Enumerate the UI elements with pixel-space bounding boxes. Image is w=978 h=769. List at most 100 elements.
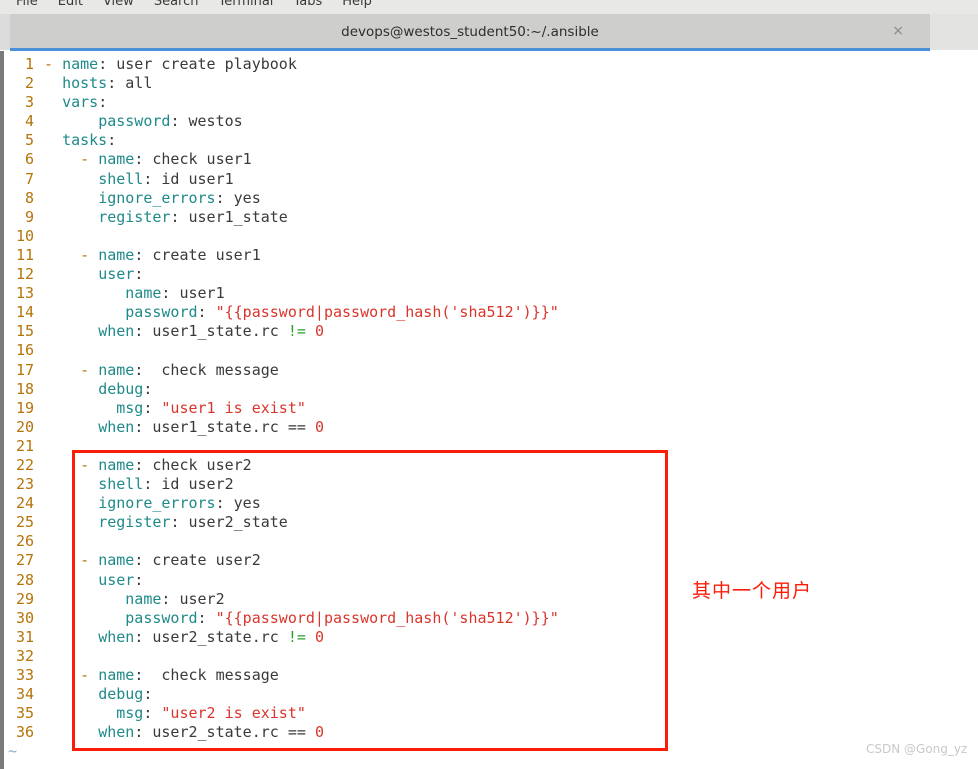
code-token: : xyxy=(98,93,108,112)
line-number: 33 xyxy=(15,666,34,684)
code-line-text: shell: id user2 xyxy=(34,475,234,494)
line-number: 22 xyxy=(15,455,34,474)
line-number: 24 xyxy=(15,494,34,513)
line-number: 23 xyxy=(15,475,34,494)
code-line: 11 - name: create user1 xyxy=(0,246,978,265)
code-line: 15 when: user1_state.rc != 0 xyxy=(0,322,978,341)
code-token: name xyxy=(98,455,135,474)
menu-item-search[interactable]: Search xyxy=(144,0,209,8)
menu-item-file[interactable]: File xyxy=(6,0,48,8)
code-token: - xyxy=(44,360,99,379)
code-line-text: msg: "user1 is exist" xyxy=(34,399,306,417)
code-editor[interactable]: 1- name: user create playbook 2 hosts: al… xyxy=(0,55,978,769)
code-token: : xyxy=(143,704,162,723)
line-number: 21 xyxy=(15,436,34,455)
code-token: user xyxy=(98,570,135,589)
code-token: : xyxy=(143,685,153,704)
code-token: : user2_state xyxy=(170,513,288,532)
code-token: name xyxy=(98,666,135,684)
code-line-text: - name: create user1 xyxy=(34,246,261,264)
code-token: "{{password|password_hash('sha512')}}" xyxy=(215,303,559,322)
tab-bar-empty-area xyxy=(930,14,978,50)
code-token: : xyxy=(134,570,144,589)
code-line-text: when: user2_state.rc == 0 xyxy=(34,723,324,741)
line-number: 6 xyxy=(24,150,34,169)
code-token: : id user2 xyxy=(143,475,234,494)
code-line: 1- name: user create playbook xyxy=(0,55,978,74)
tab-title: devops@westos_student50:~/.ansible xyxy=(341,24,599,40)
line-number: 35 xyxy=(15,704,34,723)
line-number: 5 xyxy=(24,131,34,150)
close-icon[interactable]: × xyxy=(892,24,904,38)
empty-line-marker: ~ xyxy=(0,761,42,769)
code-line: ~ xyxy=(0,742,978,761)
line-number: 29 xyxy=(15,589,34,608)
code-line-text: ignore_errors: yes xyxy=(34,189,261,207)
line-number: 17 xyxy=(15,360,34,379)
code-token: : user1_state.rc xyxy=(134,322,288,341)
line-number: 8 xyxy=(24,188,34,207)
code-token: : id user1 xyxy=(143,169,234,188)
code-line: 5 tasks: xyxy=(0,131,978,150)
code-line: 12 user: xyxy=(0,265,978,284)
code-line: 28 user: xyxy=(0,571,978,590)
code-line-text: when: user1_state.rc != 0 xyxy=(34,322,324,340)
line-number: 36 xyxy=(15,723,34,742)
code-token: : check user2 xyxy=(134,455,252,474)
code-token: msg xyxy=(116,704,144,723)
code-line: 9 register: user1_state xyxy=(0,208,978,227)
code-line: 8 ignore_errors: yes xyxy=(0,189,978,208)
code-line-text: - name: check user2 xyxy=(34,456,252,474)
code-token: : xyxy=(143,398,162,417)
code-token: user xyxy=(98,265,135,284)
menu-item-help[interactable]: Help xyxy=(332,0,382,8)
menu-bar: File Edit View Search Terminal Tabs Help xyxy=(0,0,978,14)
code-token: "{{password|password_hash('sha512')}}" xyxy=(215,608,559,627)
code-line: 33 - name: check message xyxy=(0,666,978,685)
code-line-text: - name: check user1 xyxy=(34,150,252,168)
line-number: 14 xyxy=(15,303,34,322)
terminal-tab[interactable]: devops@westos_student50:~/.ansible × xyxy=(10,14,930,50)
terminal-content[interactable]: 1- name: user create playbook 2 hosts: al… xyxy=(0,51,978,769)
code-token: password xyxy=(125,608,198,627)
menu-item-terminal[interactable]: Terminal xyxy=(208,0,283,8)
code-line-text: name: user2 xyxy=(34,590,224,608)
line-number: 31 xyxy=(15,627,34,646)
menu-item-tabs[interactable]: Tabs xyxy=(283,0,332,8)
menu-item-view[interactable]: View xyxy=(93,0,144,8)
code-token: : check message xyxy=(134,666,279,684)
code-line-text: - name: create user2 xyxy=(34,551,261,569)
code-token: 0 xyxy=(314,627,324,646)
code-line: 4 password: westos xyxy=(0,112,978,131)
code-line: 24 ignore_errors: yes xyxy=(0,494,978,513)
line-number: 34 xyxy=(15,685,34,704)
code-line: 6 - name: check user1 xyxy=(0,150,978,169)
code-token: : user create playbook xyxy=(98,55,297,73)
code-line: 21 xyxy=(0,437,978,456)
line-number: 25 xyxy=(15,513,34,532)
code-line-text: password: "{{password|password_hash('sha… xyxy=(34,303,559,322)
code-token: : yes xyxy=(215,494,261,513)
code-token: password xyxy=(125,303,198,322)
line-number: 19 xyxy=(15,398,34,417)
menu-item-edit[interactable]: Edit xyxy=(48,0,93,8)
line-number: 16 xyxy=(15,341,34,360)
code-line: 10 xyxy=(0,227,978,246)
code-token: when xyxy=(98,723,135,742)
code-line: 32 xyxy=(0,647,978,666)
code-token: register xyxy=(98,513,171,532)
watermark: CSDN @Gong_yz xyxy=(866,742,968,756)
